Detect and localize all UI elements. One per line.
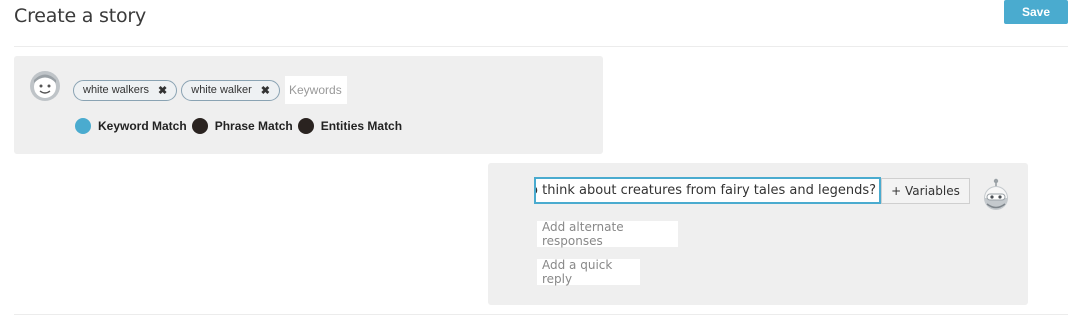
tag-label: white walker	[191, 84, 252, 96]
radio-icon[interactable]	[297, 118, 314, 134]
close-icon[interactable]: ✖	[158, 84, 167, 97]
keyword-tag[interactable]: white walkers ✖	[73, 79, 178, 101]
robot-icon	[984, 178, 1008, 210]
header-divider	[14, 46, 1068, 47]
user-message-panel: white walkers ✖ white walker ✖ Keyword M…	[14, 56, 603, 154]
add-quick-reply-button[interactable]: Add a quick reply	[537, 258, 640, 286]
add-alternate-responses-button[interactable]: Add alternate responses	[537, 220, 678, 248]
keyword-tag[interactable]: white walker ✖	[181, 79, 280, 101]
tag-label: white walkers	[83, 84, 150, 96]
bot-response-panel: to think about creatures from fairy tale…	[488, 163, 1028, 305]
match-label: Phrase Match	[214, 119, 293, 133]
entities-match-radio[interactable]: Entities Match	[297, 118, 403, 134]
radio-icon[interactable]	[191, 118, 208, 134]
variables-button[interactable]: + Variables	[881, 178, 970, 204]
keyword-tags: white walkers ✖ white walker ✖	[73, 76, 347, 104]
match-label: Entities Match	[320, 119, 403, 133]
close-icon[interactable]: ✖	[261, 84, 270, 97]
keywords-input[interactable]	[285, 76, 347, 104]
match-type-options: Keyword Match Phrase Match Entities Matc…	[75, 118, 407, 134]
radio-selected-icon[interactable]	[75, 118, 91, 134]
user-face-icon	[30, 71, 60, 101]
page-title: Create a story	[14, 5, 147, 27]
phrase-match-radio[interactable]: Phrase Match	[191, 118, 293, 134]
match-label: Keyword Match	[98, 119, 187, 133]
keyword-match-radio[interactable]: Keyword Match	[75, 118, 187, 134]
save-button[interactable]: Save	[1004, 0, 1068, 24]
response-text-input[interactable]: to think about creatures from fairy tale…	[534, 177, 881, 204]
